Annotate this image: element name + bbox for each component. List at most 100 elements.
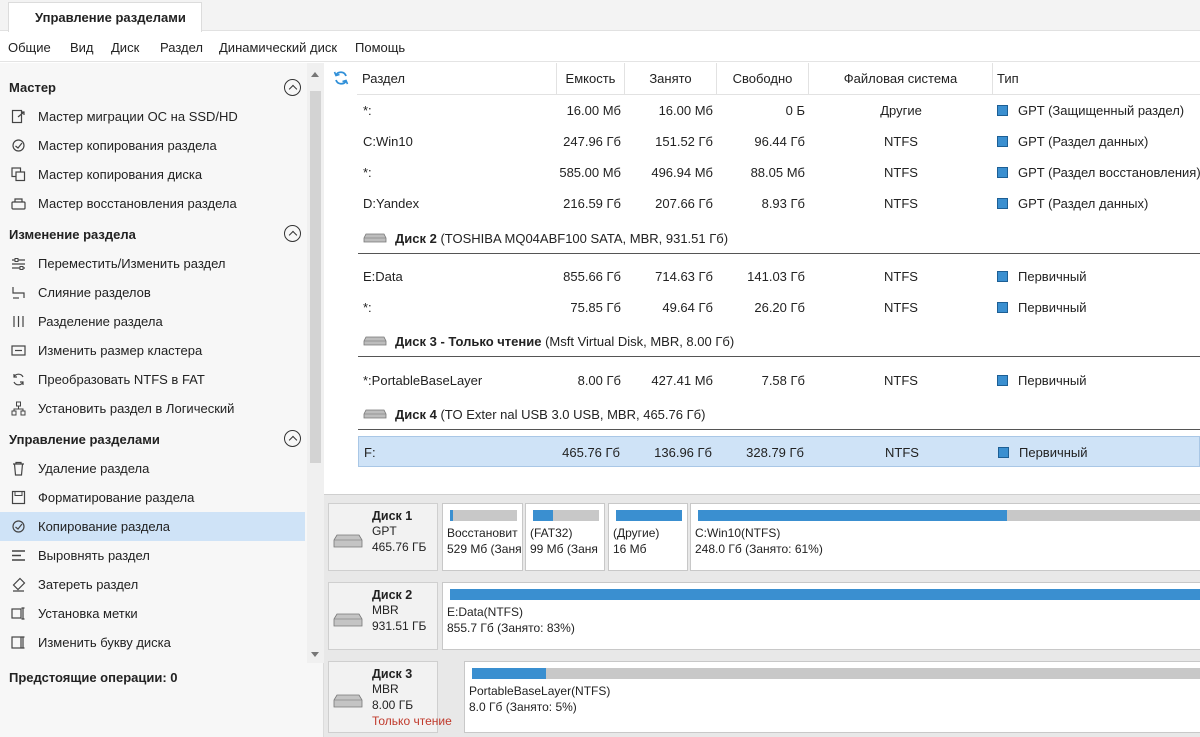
- left-pane-scrollbar[interactable]: [307, 63, 324, 663]
- op-format-partition[interactable]: Форматирование раздела: [0, 483, 305, 512]
- disk-header-name: Диск 2: [395, 231, 437, 246]
- partition-block[interactable]: (FAT32) 99 Мб (Заня: [525, 503, 605, 571]
- partition-block[interactable]: (Другие) 16 Мб: [608, 503, 688, 571]
- column-header-used[interactable]: Занято: [625, 63, 717, 94]
- menu-partition[interactable]: Раздел: [160, 40, 203, 55]
- disk-size: 465.76 ГБ: [372, 540, 427, 554]
- disk-map: Диск 1 GPT 465.76 ГБ Восстановит 529 Мб (Зан…: [324, 494, 1200, 737]
- cell-filesystem: NTFS: [884, 196, 918, 211]
- partition-block[interactable]: PortableBaseLayer(NTFS) 8.0 Гб (Занято: 5…: [464, 661, 1200, 733]
- section-change-partition-title: Изменение раздела: [9, 227, 136, 242]
- cell-free: 328.79 Гб: [746, 445, 804, 460]
- partition-block[interactable]: E:Data(NTFS) 855.7 Гб (Занято: 83%): [442, 582, 1200, 650]
- op-copy-partition-wizard[interactable]: Мастер копирования раздела: [0, 131, 305, 160]
- wipe-icon: [12, 577, 26, 592]
- scroll-thumb[interactable]: [310, 91, 321, 463]
- cell-free: 88.05 Мб: [750, 165, 805, 180]
- disk-size: 931.51 ГБ: [372, 619, 427, 633]
- disk-header-details: (Msft Virtual Disk, MBR, 8.00 Гб): [541, 334, 735, 349]
- delete-icon: [13, 461, 24, 476]
- op-set-logical[interactable]: Установить раздел в Логический: [0, 394, 305, 423]
- collapse-partition-management-button[interactable]: [284, 430, 301, 447]
- move-resize-icon: [12, 258, 25, 270]
- partition-block[interactable]: C:Win10(NTFS) 248.0 Гб (Занято: 61%): [690, 503, 1200, 571]
- op-label: Преобразовать NTFS в FAT: [38, 372, 205, 387]
- table-row[interactable]: *:PortableBaseLayer 8.00 Гб 427.41 Мб 7.58 …: [358, 365, 1200, 396]
- cell-used: 427.41 Мб: [651, 373, 713, 388]
- disk-header-row[interactable]: Диск 4 (TO Exter nal USB 3.0 USB, MBR, 4…: [358, 397, 1200, 430]
- section-wizard-title: Мастер: [9, 80, 56, 95]
- disk-scheme: MBR: [372, 682, 399, 696]
- usage-bar-fill: [698, 510, 1007, 521]
- scroll-down-arrow-icon[interactable]: [311, 652, 319, 657]
- table-row[interactable]: C:Win10 247.96 Гб 151.52 Гб 96.44 Гб NTFS GPT…: [358, 126, 1200, 157]
- op-label: Слияние разделов: [38, 285, 151, 300]
- menu-disk[interactable]: Диск: [111, 40, 139, 55]
- cell-type: Первичный: [1018, 269, 1087, 284]
- tab-partition-management[interactable]: Управление разделами: [8, 2, 202, 32]
- hard-disk-icon: [363, 233, 387, 243]
- op-partition-recovery-wizard[interactable]: Мастер восстановления раздела: [0, 189, 305, 218]
- op-migrate-os[interactable]: Мастер миграции ОС на SSD/HD: [0, 102, 305, 131]
- disk-card-1[interactable]: Диск 1 GPT 465.76 ГБ: [328, 503, 438, 571]
- scroll-up-arrow-icon[interactable]: [311, 72, 319, 77]
- collapse-change-partition-button[interactable]: [284, 225, 301, 242]
- op-delete-partition[interactable]: Удаление раздела: [0, 454, 305, 483]
- op-wipe-partition[interactable]: Затереть раздел: [0, 570, 305, 599]
- op-copy-disk-wizard[interactable]: Мастер копирования диска: [0, 160, 305, 189]
- op-copy-partition[interactable]: Копирование раздела: [0, 512, 305, 541]
- op-label: Выровнять раздел: [38, 548, 150, 563]
- table-row[interactable]: *: 585.00 Мб 496.94 Мб 88.05 Мб NTFS GPT (Раз…: [358, 157, 1200, 188]
- column-header-partition[interactable]: Раздел: [357, 63, 557, 94]
- op-move-resize[interactable]: Переместить/Изменить раздел: [0, 249, 305, 278]
- disk-header-row[interactable]: Диск 3 - Только чтение (Msft Virtual Dis…: [358, 324, 1200, 357]
- op-change-drive-letter[interactable]: Изменить букву диска: [0, 628, 305, 657]
- disk-header-label: Диск 3 - Только чтение (Msft Virtual Dis…: [395, 334, 734, 349]
- partition-label: C:Win10(NTFS): [695, 526, 781, 540]
- partition-type-color-icon: [997, 167, 1008, 178]
- op-label: Удаление раздела: [38, 461, 150, 476]
- copy-partition-wizard-icon: [12, 139, 25, 152]
- cell-free: 26.20 Гб: [754, 300, 805, 315]
- table-row[interactable]: *: 75.85 Гб 49.64 Гб 26.20 Гб NTFS Первичный: [358, 292, 1200, 323]
- op-label: Изменить букву диска: [38, 635, 171, 650]
- migrate-os-icon: [11, 109, 25, 124]
- column-header-capacity[interactable]: Емкость: [557, 63, 625, 94]
- usage-bar: [616, 510, 682, 521]
- op-label: Затереть раздел: [38, 577, 139, 592]
- op-set-label[interactable]: Установка метки: [0, 599, 305, 628]
- table-row[interactable]: D:Yandex 216.59 Гб 207.66 Гб 8.93 Гб NTFS GPT…: [358, 188, 1200, 219]
- usage-bar: [472, 668, 1200, 679]
- op-convert-ntfs-fat[interactable]: Преобразовать NTFS в FAT: [0, 365, 305, 394]
- disk-header-row[interactable]: Диск 2 (TOSHIBA MQ04ABF100 SATA, MBR, 93…: [358, 221, 1200, 254]
- collapse-wizard-button[interactable]: [284, 79, 301, 96]
- menu-help[interactable]: Помощь: [355, 40, 405, 55]
- menu-dynamic-disk[interactable]: Динамический диск: [219, 40, 337, 55]
- column-header-type[interactable]: Тип: [993, 63, 1200, 94]
- op-split[interactable]: Разделение раздела: [0, 307, 305, 336]
- section-partition-management-title: Управление разделами: [9, 432, 160, 447]
- table-row[interactable]: F: 465.76 Гб 136.96 Гб 328.79 Гб NTFS Первичн…: [358, 436, 1200, 467]
- merge-icon: [12, 287, 25, 299]
- column-header-filesystem[interactable]: Файловая система: [809, 63, 993, 94]
- menu-view[interactable]: Вид: [70, 40, 94, 55]
- disk-header-label: Диск 4 (TO Exter nal USB 3.0 USB, MBR, 4…: [395, 407, 705, 422]
- partition-block[interactable]: Восстановит 529 Мб (Заня: [442, 503, 523, 571]
- refresh-icon[interactable]: [333, 70, 349, 86]
- cell-used: 207.66 Гб: [655, 196, 713, 211]
- partition-type-color-icon: [997, 105, 1008, 116]
- disk-card-3[interactable]: Диск 3 MBR 8.00 ГБ Только чтение: [328, 661, 452, 733]
- op-align-partition[interactable]: Выровнять раздел: [0, 541, 305, 570]
- op-merge[interactable]: Слияние разделов: [0, 278, 305, 307]
- cell-type: Первичный: [1018, 300, 1087, 315]
- partition-label: PortableBaseLayer(NTFS): [469, 684, 611, 698]
- table-row[interactable]: E:Data 855.66 Гб 714.63 Гб 141.03 Гб NTFS Пер…: [358, 261, 1200, 292]
- table-row[interactable]: *: 16.00 Мб 16.00 Мб 0 Б Другие GPT (Защищенн…: [358, 95, 1200, 126]
- column-header-free[interactable]: Свободно: [717, 63, 809, 94]
- op-cluster-size[interactable]: Изменить размер кластера: [0, 336, 305, 365]
- disk-card-2[interactable]: Диск 2 MBR 931.51 ГБ: [328, 582, 438, 650]
- menu-general[interactable]: Общие: [8, 40, 51, 55]
- operations-panel: Мастер Мастер миграции ОС на SSD/HD Маст…: [0, 63, 324, 737]
- cell-type: GPT (Раздел данных): [1018, 196, 1149, 211]
- cell-capacity: 585.00 Мб: [559, 165, 621, 180]
